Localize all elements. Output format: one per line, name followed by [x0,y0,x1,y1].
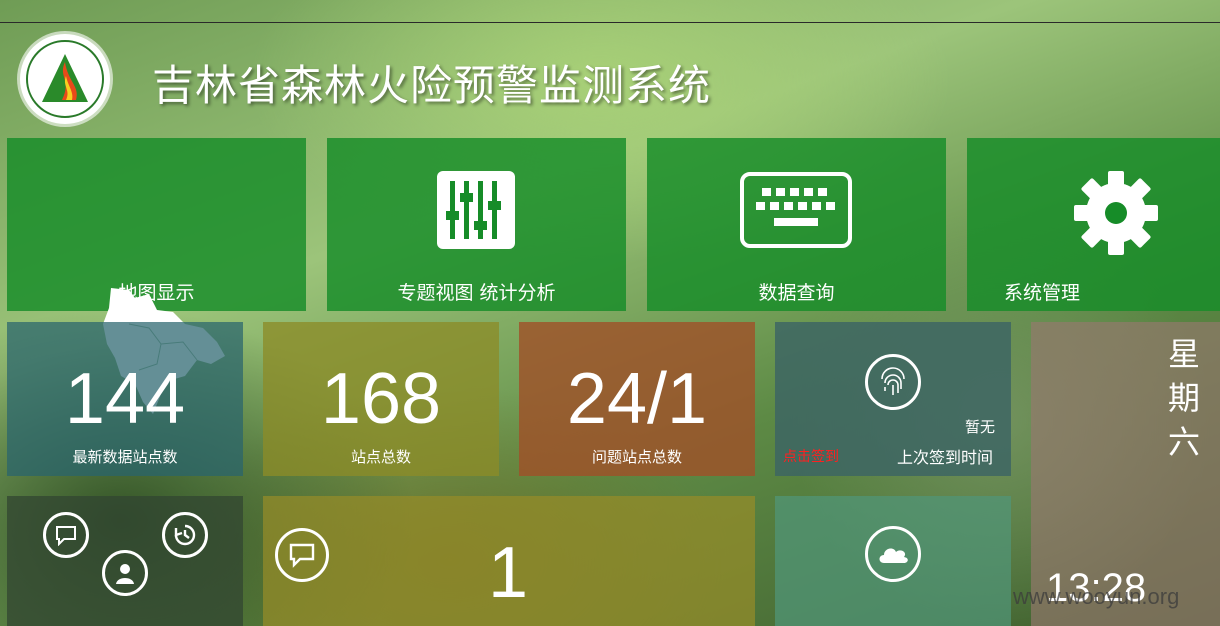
watermark: www.wooyun.org [1013,584,1180,609]
nav-tile-admin[interactable]: 系统管理 [967,138,1220,311]
fingerprint-icon [865,354,921,410]
message-icon [275,528,329,582]
weekday-char: 六 [1168,423,1201,461]
checkin-caption: 上次签到时间 [896,448,993,467]
message-tile[interactable]: 1 [263,496,755,626]
stat-value-latest: 144 [64,359,186,439]
nav-tile-map[interactable]: 地图显示 [7,138,306,414]
forest-fire-logo [20,34,110,124]
nav-label-map: 地图显示 [118,282,195,304]
stat-caption-latest: 最新数据站点数 [72,448,178,466]
stat-value-problem: 24/1 [566,359,708,439]
stat-caption-problem: 问题站点总数 [591,448,682,466]
weather-data-tile[interactable] [775,496,1011,626]
weekday-text: 星 期 六 [1168,332,1208,464]
cloud-icon [865,526,921,582]
chat-icon[interactable] [43,512,89,558]
nav-tile-thematic[interactable]: 专题视图 统计分析 [327,138,626,311]
checkin-status: 暂无 [964,418,995,436]
stat-tile-total[interactable]: 168 站点总数 [263,322,499,476]
weekday-char: 期 [1168,379,1201,417]
sliders-icon [437,171,515,249]
flame-icon [42,54,88,102]
checkin-tile[interactable]: 暂无 点击签到 上次签到时间 [775,322,1011,476]
user-icon[interactable] [102,550,148,596]
nav-tile-query[interactable]: 数据查询 [647,138,946,311]
shortcut-tile[interactable] [7,496,243,626]
checkin-button[interactable]: 点击签到 [783,446,839,466]
nav-label-admin: 系统管理 [1003,282,1080,304]
stat-tile-problem[interactable]: 24/1 问题站点总数 [519,322,755,476]
nav-label-query: 数据查询 [758,282,835,304]
nav-label-thematic: 专题视图 统计分析 [397,282,556,304]
stat-caption-total: 站点总数 [350,448,411,466]
weekday-char: 星 [1168,335,1201,373]
message-count: 1 [488,533,529,613]
stat-value-total: 168 [320,359,442,439]
stat-tile-latest[interactable]: 144 最新数据站点数 [7,322,243,476]
page-title: 吉林省森林火险预警监测系统 [152,61,712,110]
keyboard-icon [740,172,852,248]
history-icon[interactable] [162,512,208,558]
top-border [0,0,1220,23]
gear-icon [1074,171,1158,255]
